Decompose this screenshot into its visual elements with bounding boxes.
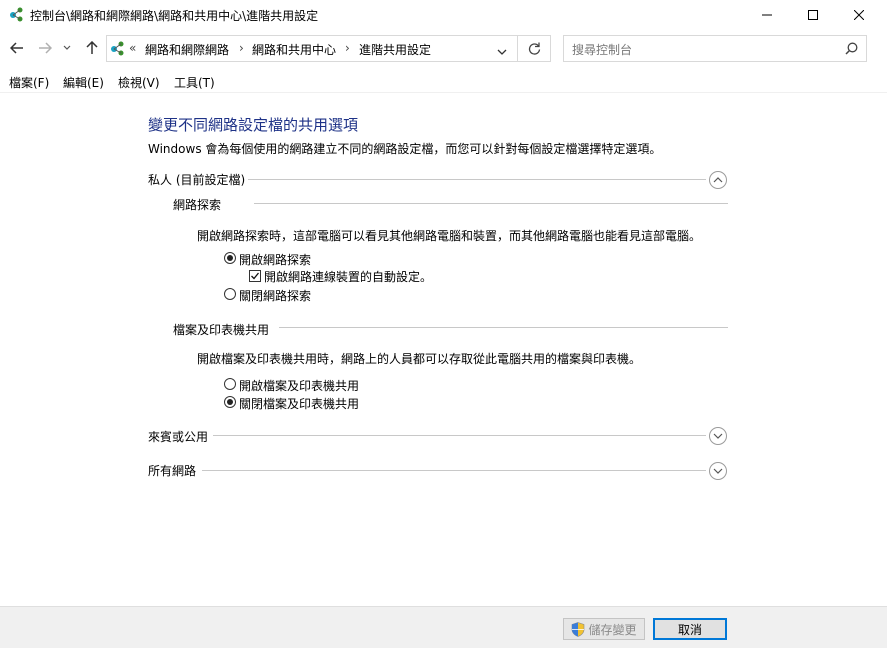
- chevron-up-icon: [713, 177, 723, 183]
- minimize-icon: [762, 14, 772, 16]
- shield-icon: [572, 621, 585, 637]
- section-divider: [248, 179, 706, 180]
- private-profile-label[interactable]: 私人 (目前設定檔): [148, 171, 245, 188]
- menu-bar: 檔案(F) 編輯(E) 檢視(V) 工具(T): [0, 70, 887, 93]
- search-box[interactable]: 搜尋控制台: [563, 35, 867, 62]
- chevron-down-icon: [713, 468, 723, 474]
- title-bar: 控制台\網路和網際網路\網路和共用中心\進階共用設定: [0, 0, 887, 30]
- discovery-off-radio[interactable]: [224, 288, 236, 300]
- breadcrumb-separator-icon[interactable]: ›: [345, 41, 350, 55]
- save-changes-label: 儲存變更: [588, 622, 637, 637]
- maximize-icon: [808, 10, 818, 20]
- sharing-off-label[interactable]: 關閉檔案及印表機共用: [239, 395, 359, 412]
- back-button[interactable]: [6, 37, 28, 59]
- collapse-private-button[interactable]: [709, 171, 727, 189]
- search-icon[interactable]: [845, 42, 858, 58]
- sharing-on-label[interactable]: 開啟檔案及印表機共用: [239, 377, 359, 394]
- discovery-on-radio[interactable]: [224, 252, 236, 264]
- address-dropdown-icon[interactable]: [497, 45, 507, 59]
- address-bar[interactable]: « 網路和網際網路 › 網路和共用中心 › 進階共用設定: [106, 35, 551, 62]
- expand-all-networks-button[interactable]: [709, 462, 727, 480]
- chevron-down-icon: [713, 433, 723, 439]
- arrow-right-icon: [39, 42, 52, 54]
- save-changes-button[interactable]: 儲存變更: [563, 618, 645, 640]
- checkmark-icon: [251, 272, 260, 280]
- auto-setup-label[interactable]: 開啟網路連線裝置的自動設定。: [264, 268, 432, 285]
- breadcrumb-separator-icon[interactable]: ›: [239, 41, 244, 55]
- intro-text: Windows 會為每個使用的網路建立不同的網路設定檔，而您可以針對每個設定檔選…: [148, 142, 662, 156]
- file-sharing-label: 檔案及印表機共用: [173, 323, 270, 337]
- breadcrumb-overflow[interactable]: «: [129, 41, 136, 55]
- arrow-left-icon: [10, 42, 23, 54]
- subsection-divider: [254, 203, 728, 204]
- section-divider: [213, 435, 706, 436]
- file-sharing-desc: 開啟檔案及印表機共用時，網路上的人員都可以存取從此電腦共用的檔案與印表機。: [197, 352, 642, 366]
- maximize-button[interactable]: [790, 0, 836, 30]
- network-location-icon: [110, 40, 126, 59]
- minimize-button[interactable]: [744, 0, 790, 30]
- chevron-down-icon: [63, 45, 71, 50]
- guest-public-label[interactable]: 來賓或公用: [148, 428, 208, 445]
- sharing-off-radio[interactable]: [224, 396, 236, 408]
- menu-file[interactable]: 檔案(F): [9, 74, 49, 91]
- network-app-icon: [9, 6, 25, 25]
- recent-locations-button[interactable]: [60, 37, 74, 59]
- discovery-on-label[interactable]: 開啟網路探索: [239, 251, 311, 268]
- network-discovery-desc: 開啟網路探索時，這部電腦可以看見其他網路電腦和裝置，而其他網路電腦也能看見這部電…: [197, 229, 702, 243]
- all-networks-label[interactable]: 所有網路: [148, 462, 196, 479]
- expand-guest-button[interactable]: [709, 427, 727, 445]
- menu-tools[interactable]: 工具(T): [174, 74, 215, 91]
- section-divider: [202, 470, 706, 471]
- network-discovery-label: 網路探索: [173, 198, 222, 212]
- discovery-off-label[interactable]: 關閉網路探索: [239, 287, 311, 304]
- auto-setup-checkbox[interactable]: [249, 270, 261, 282]
- subsection-divider: [279, 327, 728, 328]
- footer-bar: 儲存變更 取消: [0, 606, 887, 648]
- page-title: 變更不同網路設定檔的共用選項: [148, 116, 359, 134]
- menu-edit[interactable]: 編輯(E): [63, 74, 104, 91]
- breadcrumb-network-sharing-center[interactable]: 網路和共用中心: [252, 41, 336, 58]
- menu-view[interactable]: 檢視(V): [118, 74, 160, 91]
- address-divider: [517, 36, 518, 61]
- arrow-up-icon: [86, 41, 98, 54]
- sharing-on-radio[interactable]: [224, 378, 236, 390]
- cancel-label: 取消: [677, 622, 702, 637]
- close-icon: [854, 10, 864, 20]
- forward-button[interactable]: [34, 37, 56, 59]
- cancel-button[interactable]: 取消: [653, 618, 727, 640]
- close-button[interactable]: [836, 0, 882, 30]
- refresh-icon[interactable]: [528, 42, 541, 58]
- breadcrumb-advanced-sharing[interactable]: 進階共用設定: [359, 41, 431, 58]
- search-input[interactable]: 搜尋控制台: [572, 41, 632, 58]
- breadcrumb-network-internet[interactable]: 網路和網際網路: [145, 41, 229, 58]
- up-button[interactable]: [81, 37, 103, 59]
- window-title: 控制台\網路和網際網路\網路和共用中心\進階共用設定: [30, 9, 319, 23]
